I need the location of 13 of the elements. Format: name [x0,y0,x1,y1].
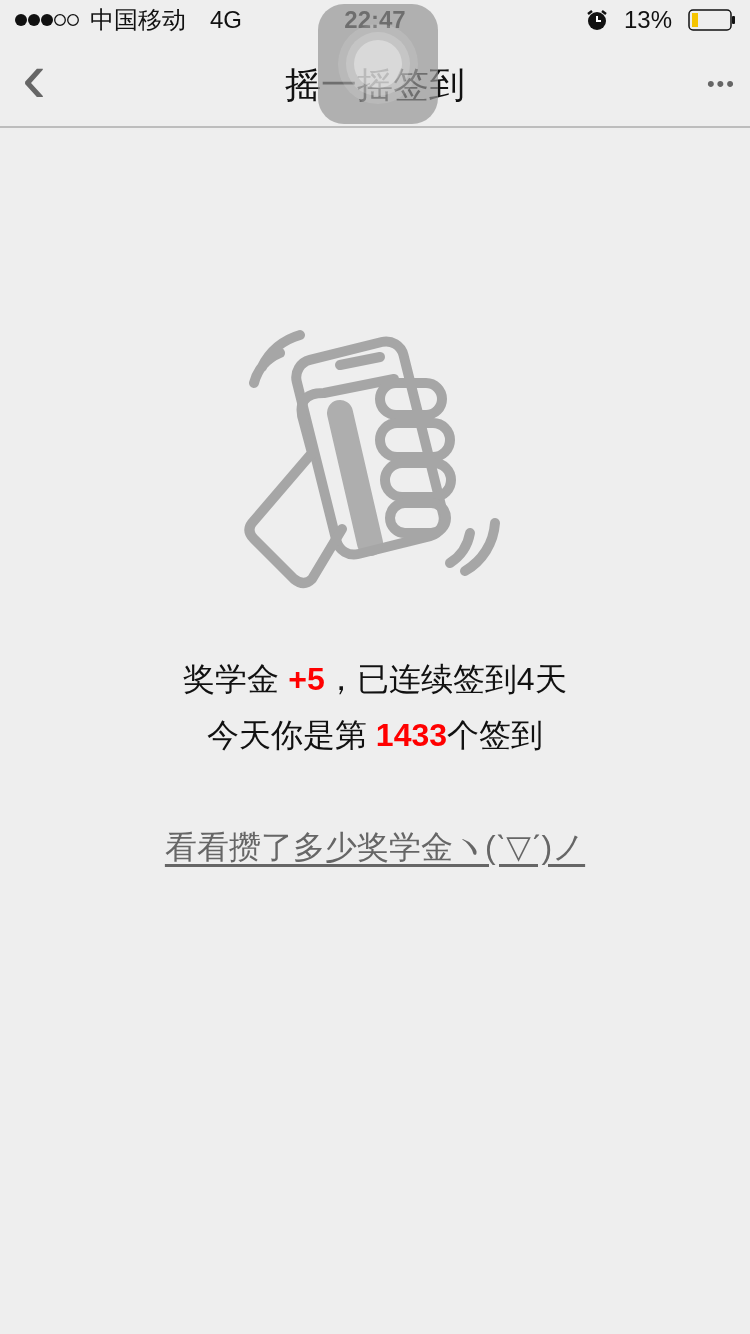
back-button[interactable]: ‹ [14,41,54,113]
more-button[interactable]: ••• [706,66,736,100]
clock-time: 22:47 [344,5,406,35]
result-text: 今天你是第 1433个签到 [205,716,545,755]
battery-percent: 13% [623,5,672,35]
scholarship-link[interactable]: 看看攒了多少奖学金ヽ(ˋ▽ˊ)ノ [164,823,586,871]
network-type: 4G [210,5,242,35]
signal-icon [14,13,82,27]
battery-icon [688,9,736,31]
result-text: 奖学金 +5，已连续签到4天 [183,660,567,699]
carrier-name: 中国移动 [90,5,186,35]
alarm-icon [585,9,608,31]
page-title: 摇一摇签到 [285,63,465,107]
